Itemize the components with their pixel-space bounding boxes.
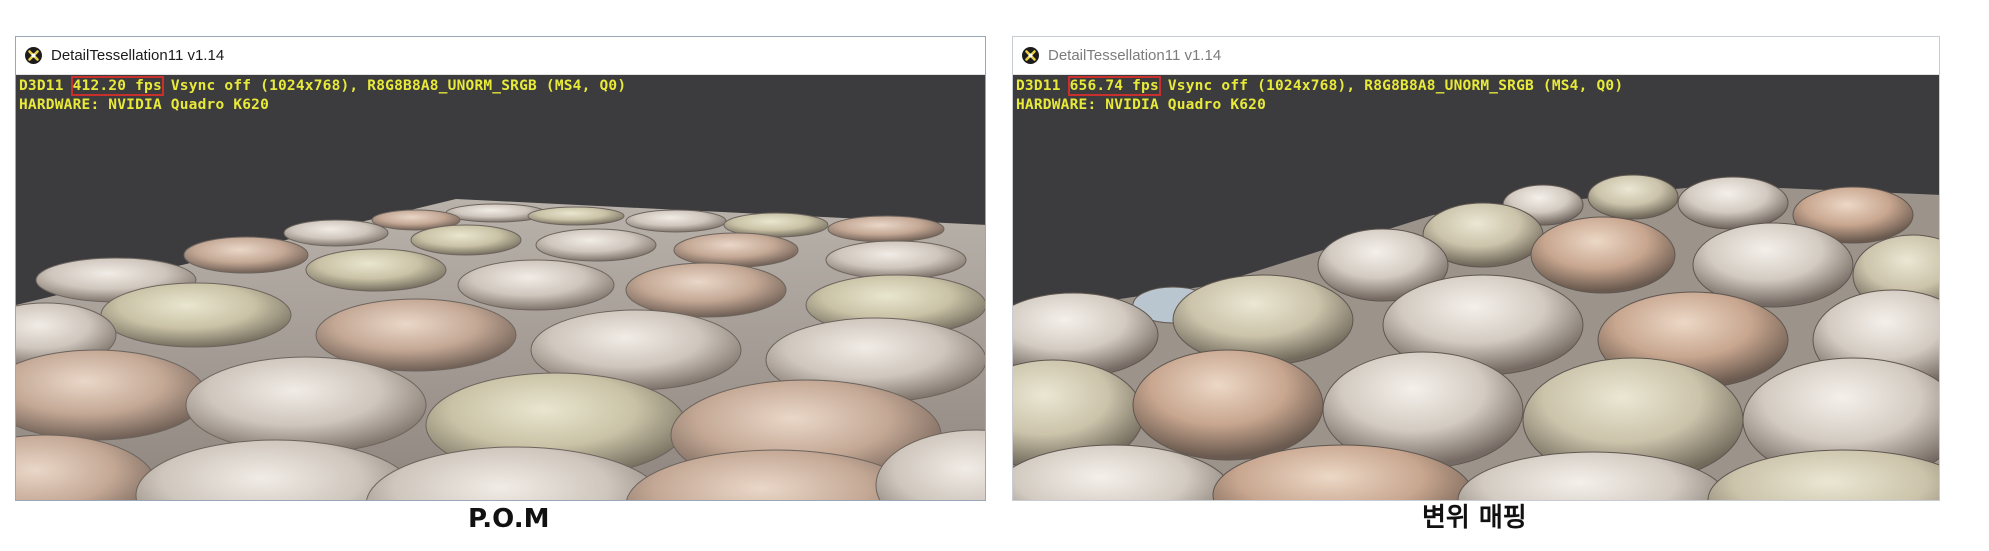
left-app-window: DetailTessellation11 v1.14 D3D11 412.20 …: [15, 36, 986, 501]
right-app-window: DetailTessellation11 v1.14 D3D11 656.74 …: [1012, 36, 1940, 501]
hud-hardware-line: HARDWARE: NVIDIA Quadro K620: [19, 97, 270, 113]
hud-overlay: D3D11 412.20 fps Vsync off (1024x768), R…: [19, 76, 627, 115]
fps-readout: 412.20 fps: [70, 76, 164, 96]
render-viewport-pom[interactable]: D3D11 412.20 fps Vsync off (1024x768), R…: [16, 75, 985, 500]
hud-device-info: Vsync off (1024x768), R8G8B8A8_UNORM_SRG…: [1158, 78, 1624, 94]
window-title: DetailTessellation11 v1.14: [51, 47, 225, 64]
cobblestone-scene-displacement: [1013, 174, 1939, 500]
hud-prefix: D3D11: [1016, 78, 1070, 94]
right-title-bar[interactable]: DetailTessellation11 v1.14: [1013, 37, 1939, 75]
caption-displacement-mapping: 변위 매핑: [1422, 503, 1527, 533]
left-title-bar[interactable]: DetailTessellation11 v1.14: [16, 37, 985, 75]
fps-readout: 656.74 fps: [1067, 76, 1161, 96]
cobblestone-scene-pom: [16, 199, 985, 500]
caption-pom: P.O.M: [468, 504, 550, 534]
hud-device-info: Vsync off (1024x768), R8G8B8A8_UNORM_SRG…: [161, 78, 627, 94]
window-title: DetailTessellation11 v1.14: [1048, 47, 1222, 64]
directx-app-icon: [1022, 47, 1039, 64]
directx-app-icon: [25, 47, 42, 64]
hud-hardware-line: HARDWARE: NVIDIA Quadro K620: [1016, 97, 1267, 113]
render-viewport-displacement[interactable]: D3D11 656.74 fps Vsync off (1024x768), R…: [1013, 75, 1939, 500]
hud-prefix: D3D11: [19, 78, 73, 94]
hud-overlay: D3D11 656.74 fps Vsync off (1024x768), R…: [1016, 76, 1624, 115]
